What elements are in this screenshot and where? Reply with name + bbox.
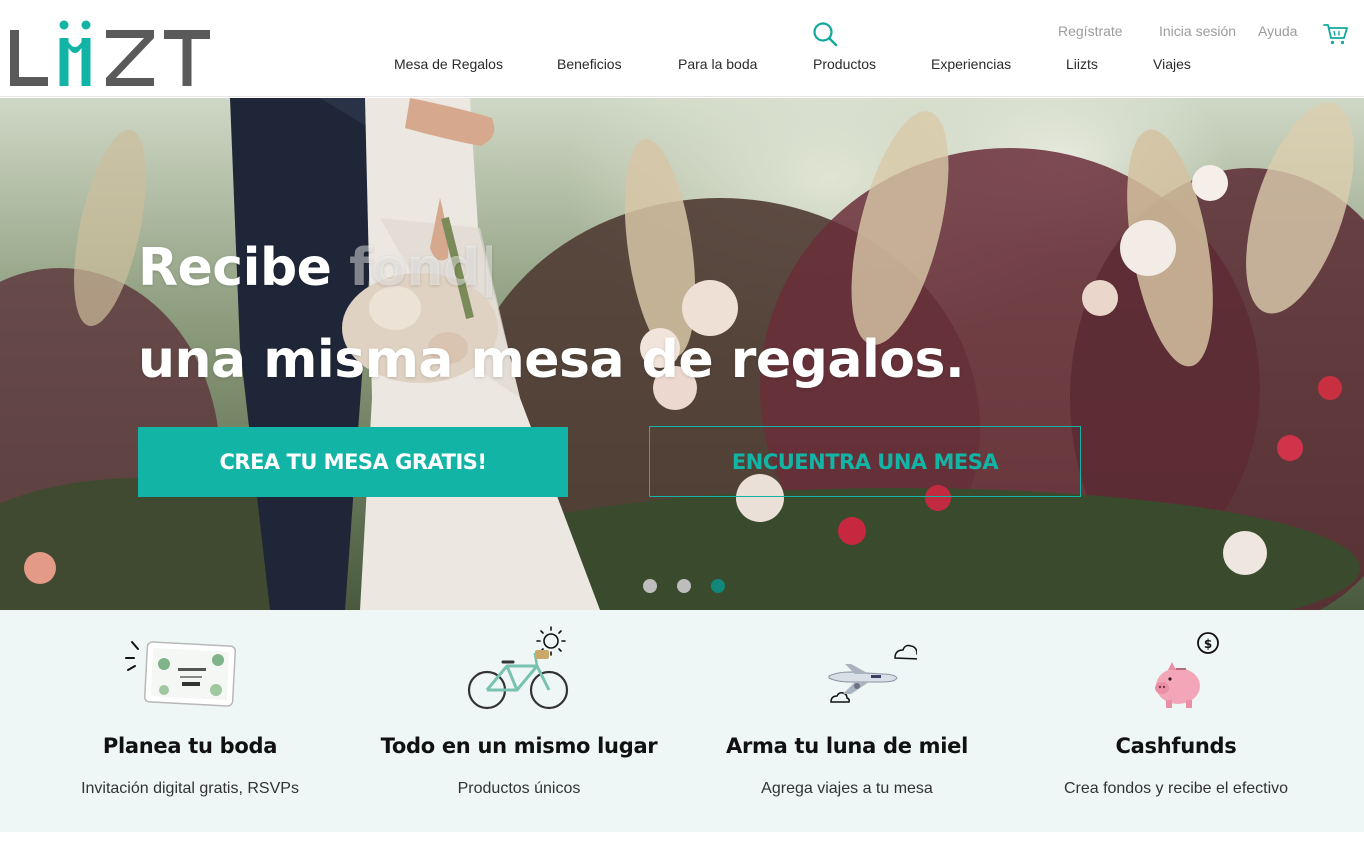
nav-beneficios[interactable]: Beneficios bbox=[557, 56, 622, 72]
nav-mesa-de-regalos[interactable]: Mesa de Regalos bbox=[394, 56, 503, 72]
feature-subtitle: Productos únicos bbox=[457, 780, 581, 797]
feature-title: Cashfunds bbox=[1115, 734, 1237, 758]
piggy-bank-icon: $ bbox=[1106, 624, 1246, 714]
nav-viajes[interactable]: Viajes bbox=[1153, 56, 1191, 72]
feature-title: Arma tu luna de miel bbox=[726, 734, 968, 758]
login-link[interactable]: Inicia sesión bbox=[1159, 23, 1236, 39]
tablet-invitation-icon bbox=[120, 624, 260, 714]
feature-plan-wedding[interactable]: Planea tu boda Invitación digital gratis… bbox=[20, 610, 360, 832]
feature-honeymoon[interactable]: Arma tu luna de miel Agrega viajes a tu … bbox=[677, 610, 1017, 832]
hero-banner: Recibe fond| una misma mesa de regalos. … bbox=[0, 98, 1364, 610]
liizt-logo[interactable] bbox=[8, 18, 212, 90]
find-registry-button[interactable]: ENCUENTRA UNA MESA bbox=[649, 426, 1081, 497]
feature-cashfunds[interactable]: $ Cashfunds Crea fondos y recibe el efec… bbox=[1006, 610, 1346, 832]
feature-subtitle: Agrega viajes a tu mesa bbox=[761, 780, 933, 797]
airplane-icon bbox=[777, 624, 917, 714]
hero-headline-line1: Recibe fond| bbox=[138, 238, 499, 298]
liizt-logo-mark bbox=[10, 20, 210, 86]
feature-title: Todo en un mismo lugar bbox=[380, 734, 658, 758]
feature-subtitle: Invitación digital gratis, RSVPs bbox=[81, 780, 299, 797]
carousel-dot-2[interactable] bbox=[677, 579, 691, 593]
svg-text:$: $ bbox=[1204, 637, 1212, 651]
nav-para-la-boda[interactable]: Para la boda bbox=[678, 56, 757, 72]
nav-liizts[interactable]: Liizts bbox=[1066, 56, 1098, 72]
carousel-dot-3-active[interactable] bbox=[711, 579, 725, 593]
nav-experiencias[interactable]: Experiencias bbox=[931, 56, 1011, 72]
feature-all-in-one[interactable]: Todo en un mismo lugar Productos únicos bbox=[349, 610, 689, 832]
create-registry-button[interactable]: CREA TU MESA GRATIS! bbox=[138, 427, 568, 497]
site-header: Regístrate Inicia sesión Ayuda Mesa de R… bbox=[0, 0, 1364, 97]
search-icon[interactable] bbox=[811, 20, 839, 48]
hero-headline-typing: fond| bbox=[349, 238, 499, 298]
help-link[interactable]: Ayuda bbox=[1258, 23, 1297, 39]
register-link[interactable]: Regístrate bbox=[1058, 23, 1123, 39]
hero-headline-solid: Recibe bbox=[138, 238, 332, 298]
nav-productos[interactable]: Productos bbox=[813, 56, 876, 72]
feature-subtitle: Crea fondos y recibe el efectivo bbox=[1063, 780, 1289, 797]
carousel-dot-1[interactable] bbox=[643, 579, 657, 593]
feature-title: Planea tu boda bbox=[102, 734, 278, 758]
hero-headline-line2: una misma mesa de regalos. bbox=[138, 330, 965, 390]
cart-icon[interactable] bbox=[1323, 22, 1349, 46]
features-section: Planea tu boda Invitación digital gratis… bbox=[0, 610, 1364, 832]
bicycle-icon bbox=[449, 624, 589, 714]
